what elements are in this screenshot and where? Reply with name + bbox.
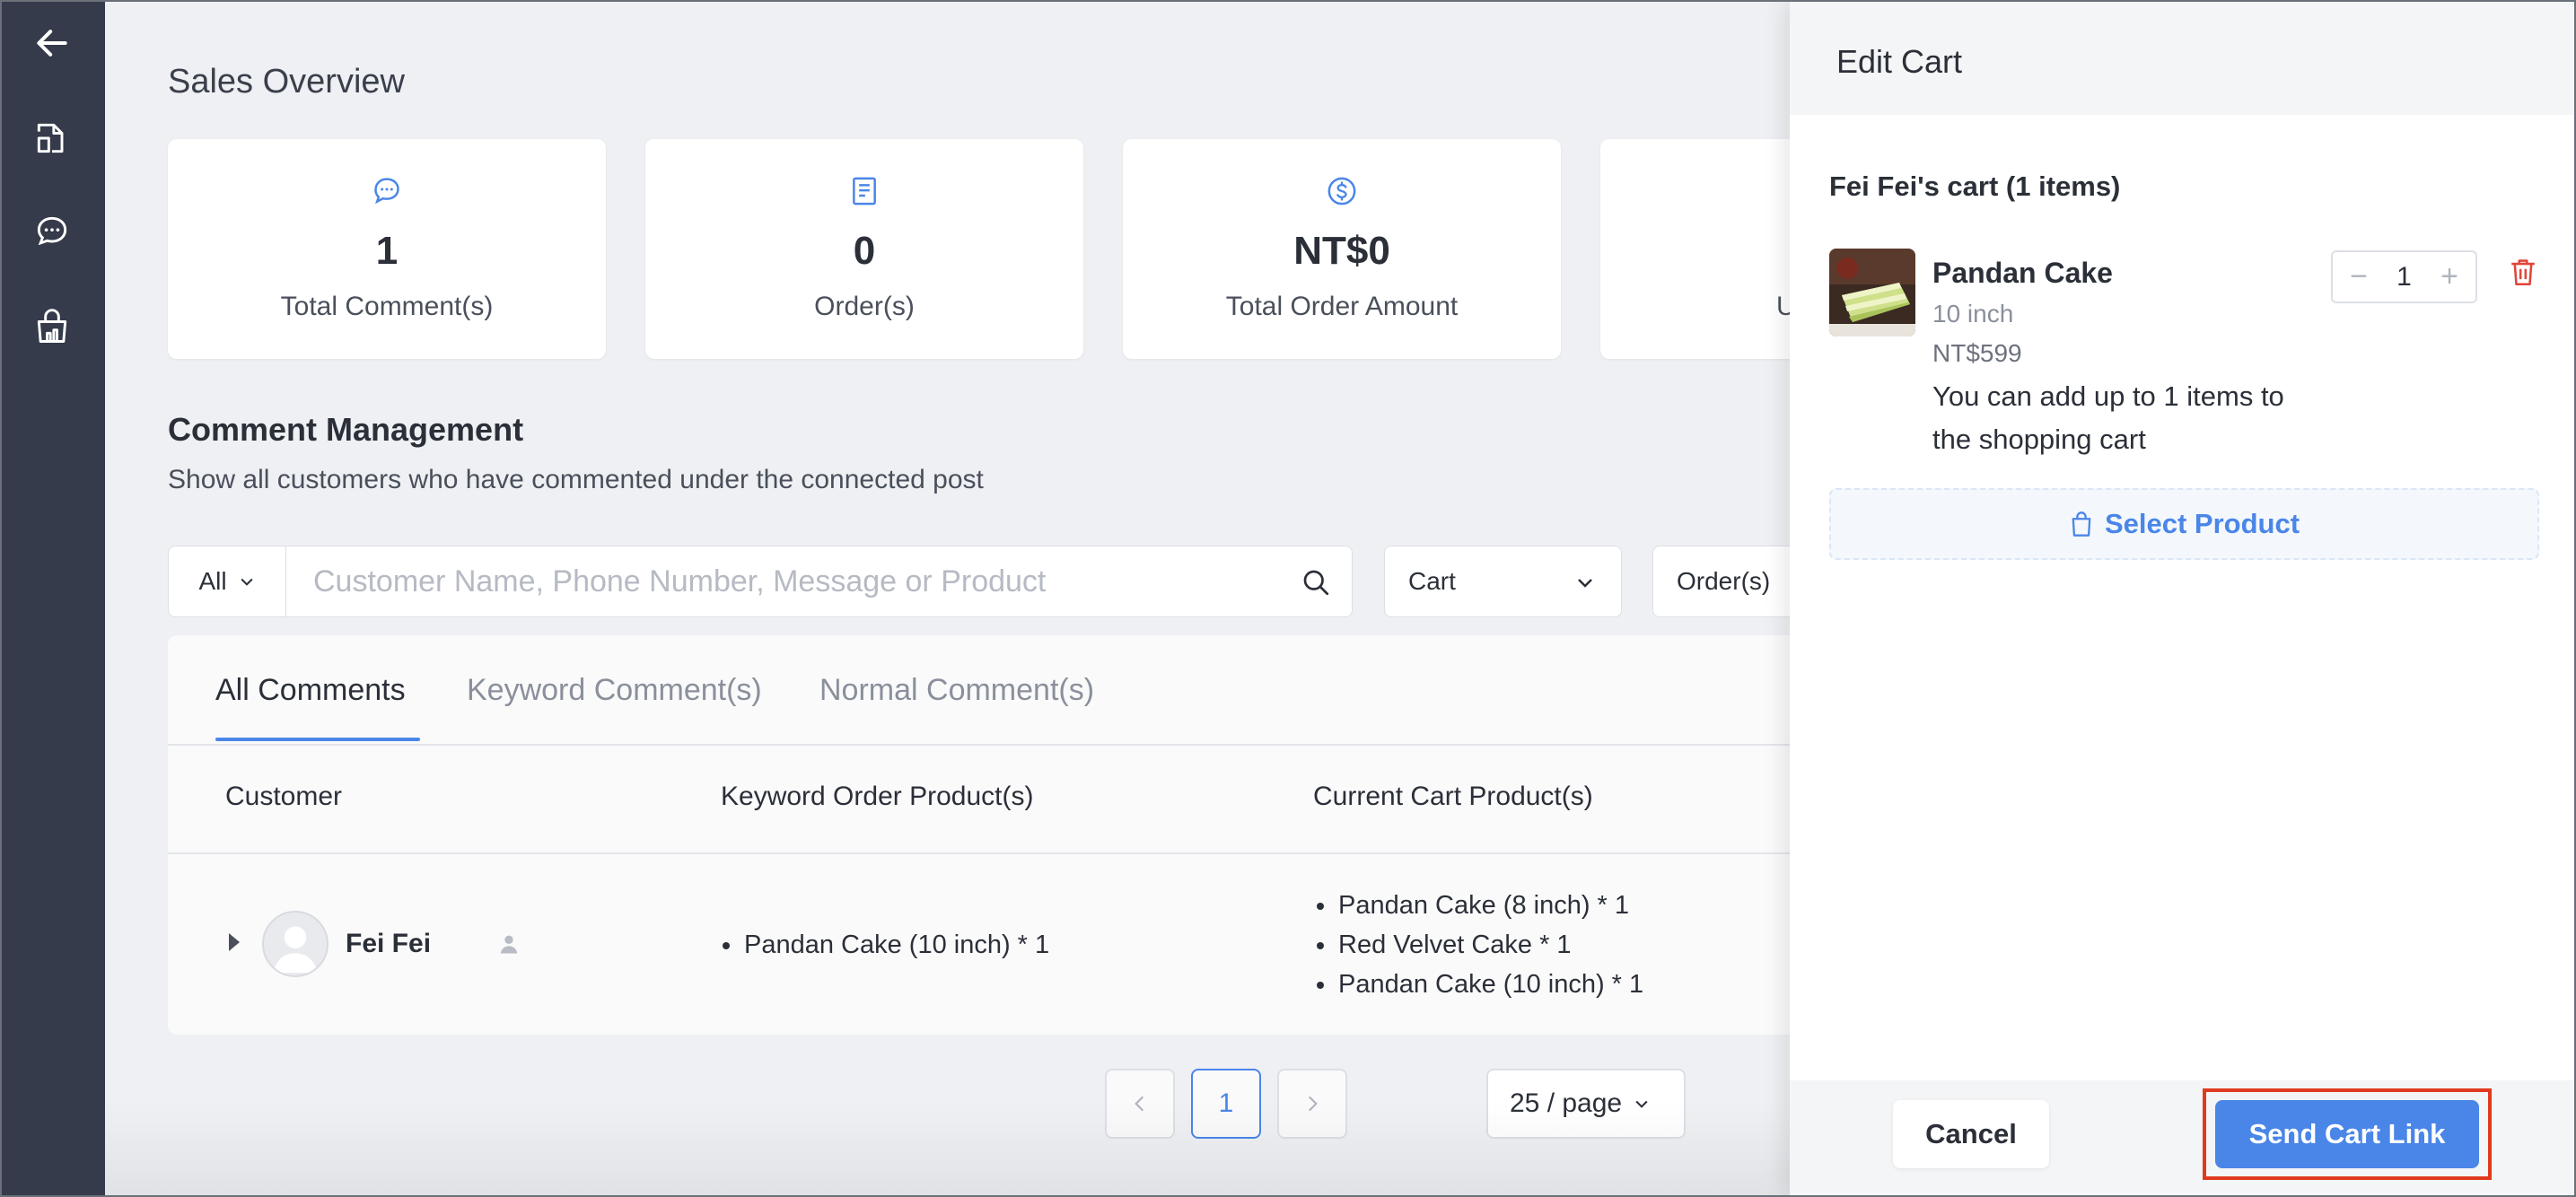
stat-label: Total Comment(s) bbox=[280, 292, 494, 321]
order-list-icon bbox=[853, 177, 876, 205]
drawer-footer: Cancel Send Cart Link bbox=[1790, 1080, 2576, 1197]
person-icon bbox=[500, 935, 518, 954]
stat-card-orders: 0 Order(s) bbox=[645, 139, 1083, 359]
section-title: Comment Management bbox=[168, 411, 524, 448]
column-header-customer: Customer bbox=[225, 782, 343, 811]
select-product-label: Select Product bbox=[2104, 508, 2300, 539]
prev-page-button[interactable] bbox=[1105, 1069, 1175, 1139]
decrement-button[interactable]: − bbox=[2345, 259, 2372, 294]
stat-label: Total Order Amount bbox=[1225, 292, 1459, 321]
post-icon[interactable] bbox=[27, 113, 77, 163]
dollar-coin-icon bbox=[1327, 177, 1356, 205]
search-box bbox=[286, 546, 1353, 617]
chevron-down-icon bbox=[1578, 579, 1592, 588]
sidebar bbox=[0, 0, 105, 1197]
list-item: Pandan Cake (8 inch) * 1 bbox=[1315, 886, 1643, 925]
product-variant: 10 inch bbox=[1932, 300, 2014, 328]
stat-value: 1 bbox=[375, 229, 399, 273]
active-tab-indicator bbox=[215, 738, 420, 741]
cart-products-list: Pandan Cake (8 inch) * 1 Red Velvet Cake… bbox=[1315, 886, 1643, 1004]
keyword-products-list: Pandan Cake (10 inch) * 1 bbox=[721, 925, 1049, 965]
page-button[interactable]: 1 bbox=[1191, 1069, 1261, 1139]
chevron-down-icon bbox=[1635, 1100, 1648, 1108]
edit-cart-drawer: Edit Cart Fei Fei's cart (1 items) Panda… bbox=[1790, 0, 2576, 1197]
main-content: Sales Overview 1 Total Comment(s) 0 Orde… bbox=[105, 0, 2038, 1197]
shop-icon[interactable] bbox=[27, 301, 77, 352]
page-size-select[interactable]: 25 / page bbox=[1486, 1069, 1686, 1139]
product-limit-note: You can add up to 1 items to the shoppin… bbox=[1932, 380, 2284, 455]
cart-select[interactable]: Cart bbox=[1384, 546, 1622, 617]
page-size-label: 25 / page bbox=[1510, 1088, 1623, 1118]
tab-keyword-comments[interactable]: Keyword Comment(s) bbox=[467, 673, 762, 708]
cart-select-label: Cart bbox=[1408, 567, 1456, 595]
list-item: Red Velvet Cake * 1 bbox=[1315, 925, 1643, 965]
tab-normal-comments[interactable]: Normal Comment(s) bbox=[819, 673, 1094, 708]
scope-dropdown[interactable]: All bbox=[168, 546, 286, 617]
stat-card-comments: 1 Total Comment(s) bbox=[168, 139, 606, 359]
search-input[interactable] bbox=[313, 546, 1256, 616]
product-price: NT$599 bbox=[1932, 339, 2022, 367]
select-product-button[interactable]: Select Product bbox=[1829, 488, 2539, 560]
expand-row-icon[interactable] bbox=[229, 933, 240, 951]
trash-icon[interactable] bbox=[2508, 256, 2538, 290]
search-icon[interactable] bbox=[1300, 566, 1332, 598]
stat-value: 0 bbox=[853, 229, 876, 273]
tab-all-comments[interactable]: All Comments bbox=[215, 673, 406, 708]
chat-bubble-icon bbox=[374, 178, 399, 205]
customer-name[interactable]: Fei Fei bbox=[346, 929, 431, 959]
section-subtitle: Show all customers who have commented un… bbox=[168, 465, 984, 494]
cancel-button[interactable]: Cancel bbox=[1893, 1100, 2049, 1168]
quantity-stepper: − 1 + bbox=[2331, 250, 2477, 303]
quantity-value[interactable]: 1 bbox=[2396, 262, 2412, 293]
chevron-right-icon bbox=[1308, 1096, 1318, 1112]
drawer-title: Edit Cart bbox=[1836, 43, 1963, 80]
page-title: Sales Overview bbox=[168, 63, 405, 100]
stat-label: Order(s) bbox=[814, 292, 915, 321]
next-page-button[interactable] bbox=[1277, 1069, 1347, 1139]
divider bbox=[168, 852, 1891, 854]
scope-dropdown-label: All bbox=[198, 567, 227, 595]
comments-table: All Comments Keyword Comment(s) Normal C… bbox=[168, 635, 1891, 1035]
cart-title: Fei Fei's cart (1 items) bbox=[1829, 170, 2121, 202]
highlight-box bbox=[2203, 1088, 2492, 1180]
shopping-bag-icon bbox=[2072, 511, 2091, 537]
list-item: Pandan Cake (10 inch) * 1 bbox=[721, 925, 1049, 965]
product-name: Pandan Cake bbox=[1932, 257, 2113, 289]
increment-button[interactable]: + bbox=[2436, 259, 2463, 294]
stat-value: NT$0 bbox=[1293, 229, 1390, 273]
chevron-down-icon bbox=[240, 578, 253, 586]
list-item: Pandan Cake (10 inch) * 1 bbox=[1315, 965, 1643, 1004]
product-thumbnail bbox=[1829, 249, 1915, 336]
column-header-cart-products: Current Cart Product(s) bbox=[1313, 782, 1593, 811]
drawer-header: Edit Cart bbox=[1790, 0, 2576, 115]
divider bbox=[168, 744, 1891, 746]
chat-icon[interactable] bbox=[27, 206, 77, 257]
chevron-left-icon bbox=[1135, 1096, 1144, 1112]
column-header-keyword-products: Keyword Order Product(s) bbox=[721, 782, 1034, 811]
avatar bbox=[262, 911, 329, 977]
back-arrow-icon[interactable] bbox=[27, 18, 77, 68]
stat-card-amount: NT$0 Total Order Amount bbox=[1123, 139, 1561, 359]
order-select-label: Order(s) bbox=[1677, 567, 1771, 595]
